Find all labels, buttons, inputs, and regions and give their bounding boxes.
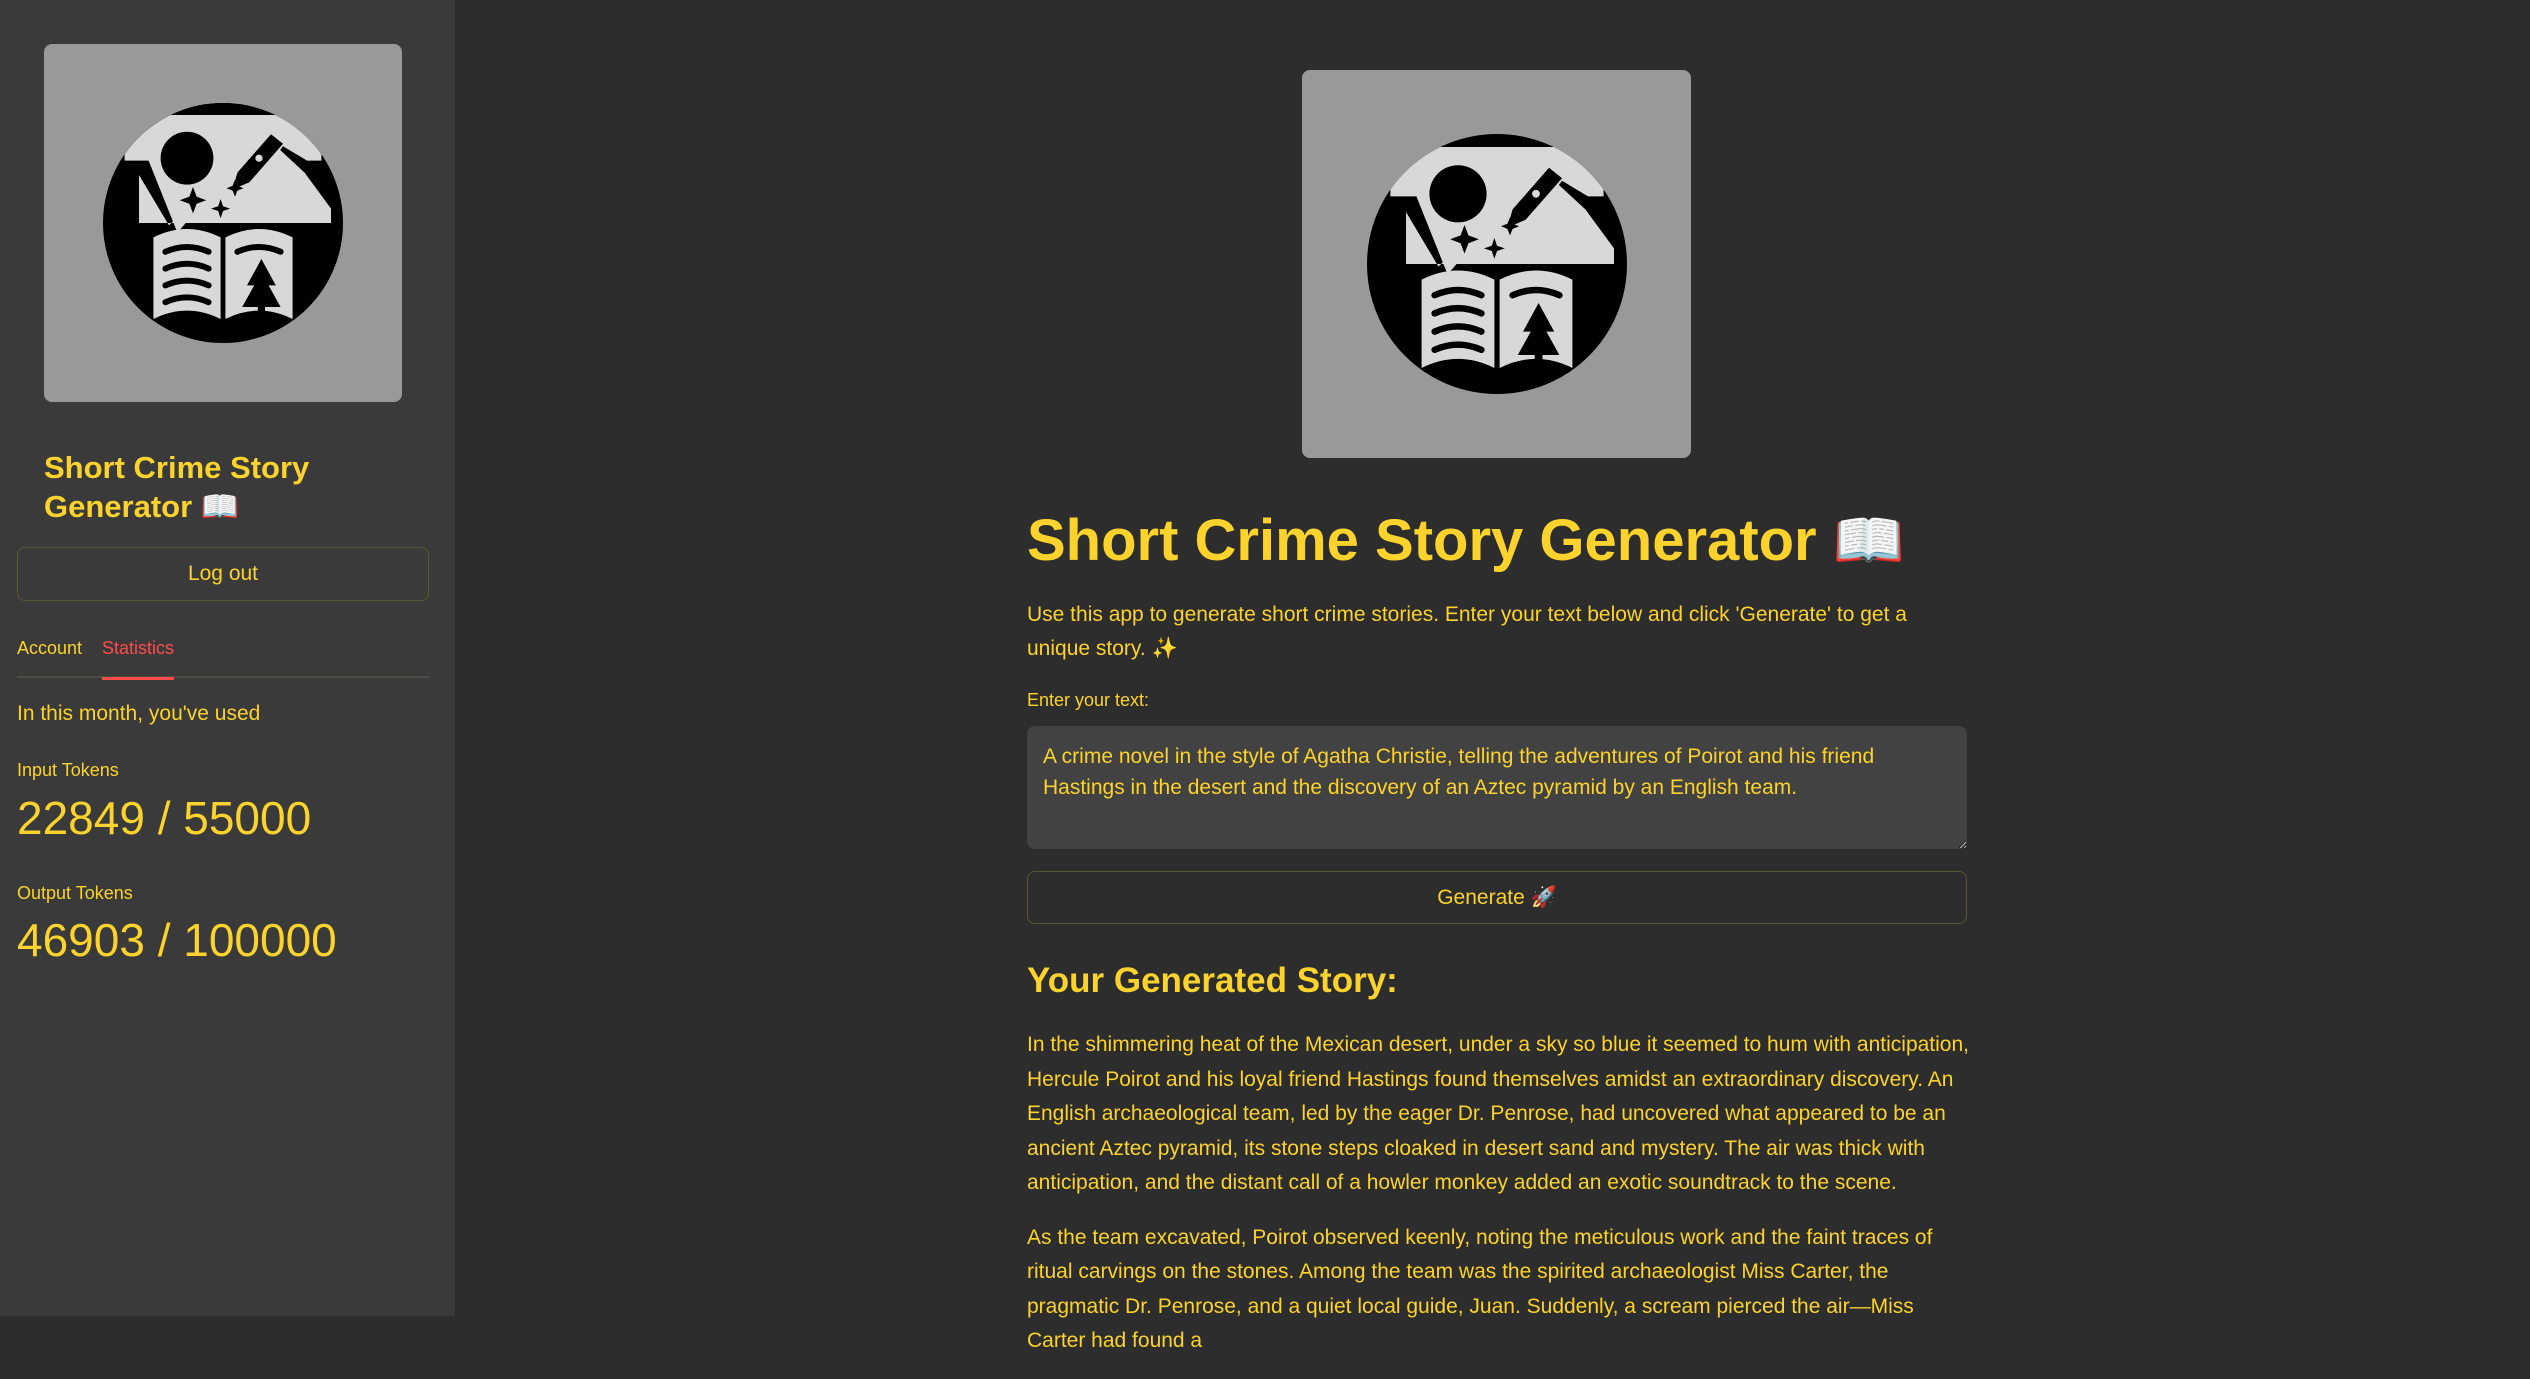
tab-statistics[interactable]: Statistics [102,636,175,680]
usage-intro: In this month, you've used [17,702,261,725]
input-tokens-value: 22849 / 55000 [17,792,312,844]
generate-button[interactable]: Generate 🚀 [1027,871,1967,924]
output-tokens-value: 46903 / 100000 [17,914,337,966]
sidebar-title: Short Crime Story Generator 📖 [44,450,310,524]
output-tokens-label: Output Tokens [17,883,133,903]
sidebar: Short Crime Story Generator 📖 Log out Ac… [0,0,455,1316]
main-logo [1302,70,1691,458]
story-paragraph: As the team excavated, Poirot observed k… [1027,1225,1933,1353]
generated-story: In the shimmering heat of the Mexican de… [1027,1028,1972,1379]
sidebar-tabs: Account Statistics [17,636,429,680]
story-paragraph: In the shimmering heat of the Mexican de… [1027,1033,1969,1194]
input-label: Enter your text: [1027,690,1150,710]
book-landscape-logo-icon [103,103,343,343]
sidebar-logo [44,44,402,402]
tab-account[interactable]: Account [17,636,82,678]
logout-button[interactable]: Log out [17,547,429,601]
story-heading: Your Generated Story: [1027,961,1398,1000]
book-landscape-logo-icon [1366,134,1627,394]
page-title: Short Crime Story Generator 📖 [1027,508,1905,573]
input-tokens-label: Input Tokens [17,760,119,780]
intro-text: Use this app to generate short crime sto… [1027,603,1907,660]
story-prompt-input[interactable]: A crime novel in the style of Agatha Chr… [1027,726,1967,849]
